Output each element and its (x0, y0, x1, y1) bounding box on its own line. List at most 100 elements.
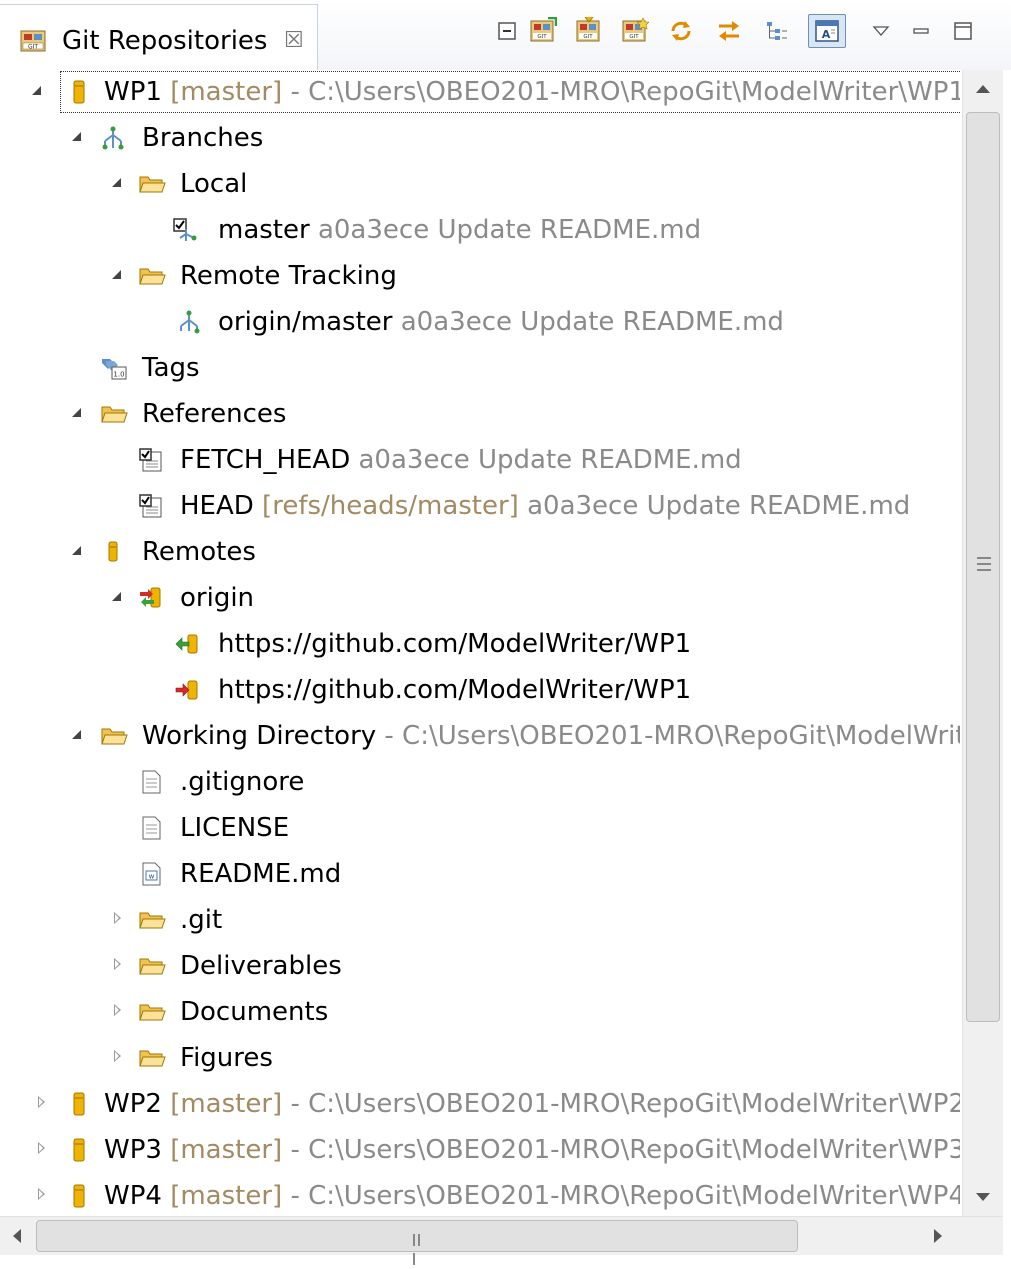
expand-toggle[interactable] (110, 911, 126, 927)
expand-toggle[interactable] (70, 129, 86, 145)
remote-icon (138, 585, 164, 611)
scroll-up-arrow-icon[interactable] (963, 70, 1003, 110)
url-label: https://github.com/ModelWriter/WP1 (218, 675, 692, 705)
expand-toggle[interactable] (34, 1141, 50, 1157)
vertical-scrollbar[interactable] (962, 70, 1003, 1216)
remote-fetch-url[interactable]: https://github.com/ModelWriter/WP1 (0, 622, 960, 666)
expand-toggle[interactable] (34, 1187, 50, 1203)
view-menu-icon (872, 26, 890, 36)
branches-icon (100, 125, 126, 151)
repository-icon (66, 1183, 92, 1209)
git-repositories-icon: GIT (20, 30, 46, 52)
svg-text:1.0: 1.0 (113, 371, 124, 379)
expand-toggle[interactable] (70, 543, 86, 559)
node-label: Tags (142, 353, 200, 383)
git-repositories-tab[interactable]: GIT Git Repositories ☒ (0, 4, 318, 70)
expand-toggle[interactable] (30, 83, 46, 99)
repository-wp4[interactable]: WP4 [master] - C:\Users\OBEO201-MRO\Repo… (0, 1174, 960, 1216)
expand-toggle[interactable] (70, 727, 86, 743)
expand-toggle[interactable] (110, 1003, 126, 1019)
scroll-down-arrow-icon[interactable] (963, 1176, 1003, 1216)
grip-icon (413, 1231, 427, 1265)
tags-node[interactable]: 1.0 Tags (0, 346, 960, 390)
expand-toggle[interactable] (70, 405, 86, 421)
horizontal-scrollbar[interactable] (0, 1216, 1003, 1265)
expand-toggle[interactable] (34, 1095, 50, 1111)
node-label: origin (180, 583, 255, 613)
file-license[interactable]: LICENSE (0, 806, 960, 850)
create-repository-button[interactable]: GIT (620, 16, 650, 46)
vertical-scroll-thumb[interactable] (966, 112, 1000, 1022)
svg-text:w: w (149, 873, 155, 881)
svg-text:GIT: GIT (28, 44, 38, 51)
branches-node[interactable]: Branches (0, 116, 960, 160)
remote-tracking-node[interactable]: Remote Tracking (0, 254, 960, 298)
branch-name: origin/master (218, 307, 393, 337)
git-clone-icon: GIT (576, 17, 600, 42)
show-details-button[interactable]: A (808, 14, 846, 48)
expand-toggle[interactable] (110, 175, 126, 191)
collapse-all-icon (498, 22, 516, 40)
collapse-all-button[interactable] (492, 16, 522, 46)
tree-layout-icon (767, 22, 787, 40)
commit-info: a0a3ece Update README.md (392, 307, 784, 337)
repositories-tree[interactable]: WP1 [master] - C:\Users\OBEO201-MRO\Repo… (0, 70, 960, 1216)
remote-origin[interactable]: origin (0, 576, 960, 620)
branch-origin-master[interactable]: origin/master a0a3ece Update README.md (0, 300, 960, 344)
folder-documents[interactable]: Documents (0, 990, 960, 1034)
commit-info: a0a3ece Update README.md (518, 491, 911, 521)
reference-name: HEAD (180, 491, 254, 521)
node-label: Remote Tracking (180, 261, 397, 291)
commit-info: a0a3ece Update README.md (350, 445, 742, 475)
refresh-button[interactable] (666, 16, 696, 46)
folder-deliverables[interactable]: Deliverables (0, 944, 960, 988)
file-name: .gitignore (180, 767, 305, 797)
scroll-right-arrow-icon[interactable] (920, 1217, 956, 1255)
scroll-left-arrow-icon[interactable] (0, 1217, 36, 1255)
local-branches-node[interactable]: Local (0, 162, 960, 206)
expand-toggle[interactable] (110, 957, 126, 973)
expand-toggle[interactable] (110, 267, 126, 283)
branch-master[interactable]: master a0a3ece Update README.md (0, 208, 960, 252)
file-name: LICENSE (180, 813, 290, 843)
references-node[interactable]: References (0, 392, 960, 436)
text-file-icon (140, 769, 166, 795)
branch-label: [master] (170, 1135, 283, 1165)
link-with-selection-button[interactable] (714, 16, 744, 46)
folder-icon (138, 999, 166, 1025)
repository-name: WP3 (104, 1135, 162, 1165)
horizontal-scroll-thumb[interactable] (36, 1220, 798, 1265)
folder-icon (138, 171, 166, 197)
repository-path: - C:\Users\OBEO201-MRO\RepoGit\ModelWrit… (282, 1135, 960, 1165)
maximize-icon (954, 22, 972, 40)
repository-icon (66, 79, 92, 105)
working-directory-node[interactable]: Working Directory - C:\Users\OBEO201-MRO… (0, 714, 960, 758)
expand-toggle[interactable] (110, 1049, 126, 1065)
remote-push-url[interactable]: https://github.com/ModelWriter/WP1 (0, 668, 960, 712)
hierarchical-branch-layout-button[interactable] (762, 16, 792, 46)
file-gitignore[interactable]: .gitignore (0, 760, 960, 804)
folder-icon (100, 723, 128, 749)
repository-wp3[interactable]: WP3 [master] - C:\Users\OBEO201-MRO\Repo… (0, 1128, 960, 1172)
remotes-node[interactable]: Remotes (0, 530, 960, 574)
view-menu-button[interactable] (866, 16, 896, 46)
ref-head[interactable]: HEAD [refs/heads/master] a0a3ece Update … (0, 484, 960, 528)
svg-text:GIT: GIT (629, 34, 639, 40)
repository-wp2[interactable]: WP2 [master] - C:\Users\OBEO201-MRO\Repo… (0, 1082, 960, 1126)
file-readme[interactable]: w README.md (0, 852, 960, 896)
details-pane-icon: A (815, 20, 839, 42)
maximize-button[interactable] (948, 16, 978, 46)
close-view-icon[interactable]: ☒ (284, 28, 304, 54)
add-existing-repository-button[interactable]: GIT (528, 16, 558, 46)
node-label: References (142, 399, 287, 429)
ref-fetch-head[interactable]: FETCH_HEAD a0a3ece Update README.md (0, 438, 960, 482)
minimize-button[interactable] (906, 16, 936, 46)
folder-git[interactable]: .git (0, 898, 960, 942)
repository-wp1[interactable]: WP1 [master] - C:\Users\OBEO201-MRO\Repo… (0, 70, 960, 114)
node-label: Working Directory (142, 721, 377, 751)
remotes-icon (100, 539, 126, 565)
folder-figures[interactable]: Figures (0, 1036, 960, 1080)
folder-icon (100, 401, 128, 427)
expand-toggle[interactable] (110, 589, 126, 605)
clone-repository-button[interactable]: GIT (574, 16, 604, 46)
